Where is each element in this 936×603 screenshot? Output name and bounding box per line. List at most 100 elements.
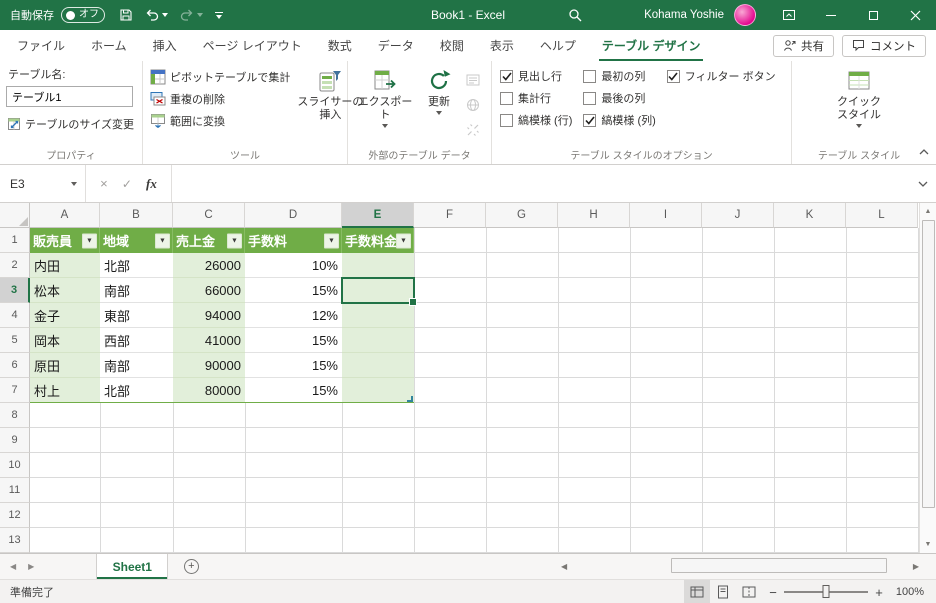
checkbox-header-row[interactable]: 見出し行 bbox=[496, 65, 579, 87]
name-box-dropdown-icon[interactable] bbox=[71, 181, 77, 186]
user-avatar[interactable] bbox=[734, 4, 756, 26]
cell-a1[interactable]: 販売員 ▼ bbox=[30, 228, 100, 253]
export-button[interactable]: エクスポート bbox=[352, 64, 418, 148]
cell-d7[interactable]: 15% bbox=[245, 378, 342, 403]
comments-button[interactable]: コメント bbox=[842, 34, 926, 57]
user-name[interactable]: Kohama Yoshie bbox=[644, 9, 724, 21]
column-header-a[interactable]: A bbox=[30, 203, 100, 228]
row-header-9[interactable]: 9 bbox=[0, 428, 30, 453]
tab-data[interactable]: データ bbox=[365, 30, 427, 61]
tab-page-layout[interactable]: ページ レイアウト bbox=[190, 30, 315, 61]
filter-button-icon[interactable]: ▼ bbox=[155, 233, 170, 248]
cell-d1[interactable]: 手数料 ▼ bbox=[245, 228, 342, 253]
cell-e2[interactable] bbox=[342, 253, 414, 278]
zoom-in-button[interactable]: + bbox=[868, 585, 890, 600]
cell-d6[interactable]: 15% bbox=[245, 353, 342, 378]
column-header-b[interactable]: B bbox=[100, 203, 173, 228]
cell-c4[interactable]: 94000 bbox=[173, 303, 245, 328]
column-header-j[interactable]: J bbox=[702, 203, 774, 228]
maximize-button[interactable] bbox=[852, 0, 894, 30]
horizontal-scrollbar[interactable]: ◀ ▶ bbox=[561, 554, 919, 579]
horizontal-scroll-track[interactable] bbox=[567, 554, 913, 579]
horizontal-scroll-thumb[interactable] bbox=[671, 558, 888, 573]
cell-c3[interactable]: 66000 bbox=[173, 278, 245, 303]
filter-button-icon[interactable]: ▼ bbox=[396, 233, 411, 248]
column-header-l[interactable]: L bbox=[846, 203, 918, 228]
checkbox-last-column[interactable]: 最後の列 bbox=[579, 87, 662, 109]
cell-e5[interactable] bbox=[342, 328, 414, 353]
cell-e6[interactable] bbox=[342, 353, 414, 378]
row-header-7[interactable]: 7 bbox=[0, 378, 30, 403]
cell-b5[interactable]: 西部 bbox=[100, 328, 173, 353]
customize-quick-access-button[interactable] bbox=[209, 0, 229, 30]
undo-button[interactable] bbox=[139, 0, 174, 30]
expand-formula-bar-button[interactable] bbox=[910, 165, 936, 202]
zoom-slider[interactable] bbox=[784, 580, 868, 603]
summarize-with-pivottable-button[interactable]: ピボットテーブルで集計 bbox=[147, 66, 293, 88]
checkbox-banded-columns[interactable]: 縞模様 (列) bbox=[579, 109, 662, 131]
page-break-view-button[interactable] bbox=[736, 580, 762, 603]
cell-a6[interactable]: 原田 bbox=[30, 353, 100, 378]
tab-review[interactable]: 校閲 bbox=[427, 30, 477, 61]
cell-a7[interactable]: 村上 bbox=[30, 378, 100, 403]
table-resize-handle[interactable] bbox=[407, 396, 413, 402]
tab-insert[interactable]: 挿入 bbox=[140, 30, 190, 61]
close-button[interactable] bbox=[894, 0, 936, 30]
quick-styles-button[interactable]: クイック スタイル bbox=[828, 64, 890, 148]
row-header-1[interactable]: 1 bbox=[0, 228, 30, 253]
ribbon-display-options-button[interactable] bbox=[768, 0, 810, 30]
formula-input[interactable] bbox=[172, 165, 910, 202]
sheet-tab-sheet1[interactable]: Sheet1 bbox=[96, 554, 169, 579]
search-button[interactable] bbox=[568, 0, 582, 30]
filter-button-icon[interactable]: ▼ bbox=[82, 233, 97, 248]
cell-e1[interactable]: 手数料金 ▼ bbox=[342, 228, 414, 253]
tab-home[interactable]: ホーム bbox=[78, 30, 140, 61]
tab-help[interactable]: ヘルプ bbox=[527, 30, 589, 61]
select-all-corner[interactable] bbox=[0, 203, 30, 228]
cell-b6[interactable]: 南部 bbox=[100, 353, 173, 378]
cell-a2[interactable]: 内田 bbox=[30, 253, 100, 278]
filter-button-icon[interactable]: ▼ bbox=[324, 233, 339, 248]
column-header-i[interactable]: I bbox=[630, 203, 702, 228]
row-header-6[interactable]: 6 bbox=[0, 353, 30, 378]
cell-c5[interactable]: 41000 bbox=[173, 328, 245, 353]
column-header-g[interactable]: G bbox=[486, 203, 558, 228]
convert-to-range-button[interactable]: 範囲に変換 bbox=[147, 110, 293, 132]
remove-duplicates-button[interactable]: 重複の削除 bbox=[147, 88, 293, 110]
row-header-10[interactable]: 10 bbox=[0, 453, 30, 478]
sheet-prev-icon[interactable]: ◀ bbox=[10, 562, 16, 571]
filter-button-icon[interactable]: ▼ bbox=[227, 233, 242, 248]
row-header-12[interactable]: 12 bbox=[0, 503, 30, 528]
cell-a5[interactable]: 岡本 bbox=[30, 328, 100, 353]
zoom-out-button[interactable]: − bbox=[762, 585, 784, 600]
row-header-8[interactable]: 8 bbox=[0, 403, 30, 428]
column-header-k[interactable]: K bbox=[774, 203, 846, 228]
new-sheet-button[interactable]: + bbox=[178, 554, 204, 579]
cell-e4[interactable] bbox=[342, 303, 414, 328]
checkbox-banded-rows[interactable]: 縞模様 (行) bbox=[496, 109, 579, 131]
cell-c7[interactable]: 80000 bbox=[173, 378, 245, 403]
row-header-5[interactable]: 5 bbox=[0, 328, 30, 353]
tab-table-design[interactable]: テーブル デザイン bbox=[589, 30, 714, 61]
resize-table-button[interactable]: テーブルのサイズ変更 bbox=[4, 113, 138, 135]
column-header-d[interactable]: D bbox=[245, 203, 342, 228]
name-box[interactable]: E3 bbox=[0, 165, 86, 202]
row-header-13[interactable]: 13 bbox=[0, 528, 30, 553]
checkbox-total-row[interactable]: 集計行 bbox=[496, 87, 579, 109]
cell-d4[interactable]: 12% bbox=[245, 303, 342, 328]
column-header-c[interactable]: C bbox=[173, 203, 245, 228]
cell-e7[interactable] bbox=[342, 378, 414, 403]
checkbox-first-column[interactable]: 最初の列 bbox=[579, 65, 662, 87]
undo-dropdown-icon[interactable] bbox=[162, 13, 168, 17]
cell-b3[interactable]: 南部 bbox=[100, 278, 173, 303]
page-layout-view-button[interactable] bbox=[710, 580, 736, 603]
selected-cell-e3[interactable] bbox=[341, 277, 417, 306]
refresh-button[interactable]: 更新 bbox=[418, 64, 460, 148]
vertical-scroll-thumb[interactable] bbox=[921, 220, 935, 508]
checkbox-filter-button[interactable]: フィルター ボタン bbox=[663, 65, 783, 87]
autosave-control[interactable]: 自動保存 オフ bbox=[0, 7, 113, 23]
cell-a3[interactable]: 松本 bbox=[30, 278, 100, 303]
tab-file[interactable]: ファイル bbox=[4, 30, 78, 61]
save-button[interactable] bbox=[113, 0, 139, 30]
column-header-e-selected[interactable]: E bbox=[342, 203, 414, 228]
